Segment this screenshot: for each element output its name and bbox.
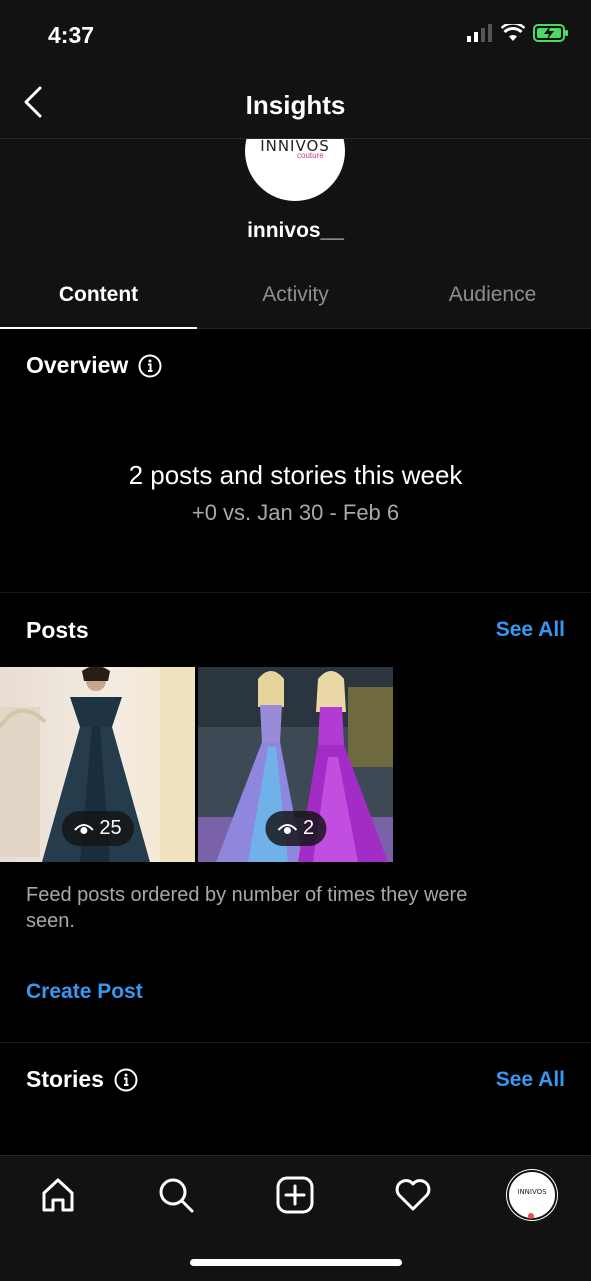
overview-heading: Overview: [26, 352, 162, 379]
stories-see-all-link[interactable]: See All: [496, 1068, 565, 1092]
eye-icon: [73, 823, 94, 834]
insights-tabs: Content Activity Audience: [0, 261, 591, 329]
stories-title: Stories: [26, 1066, 104, 1092]
posts-title: Posts: [26, 617, 89, 643]
signal-icon: [467, 24, 492, 42]
status-bar: 4:37: [0, 0, 591, 70]
overview-title: Overview: [26, 352, 129, 378]
home-tab[interactable]: [33, 1170, 83, 1220]
avatar-logo-sub: couture: [297, 151, 324, 160]
notification-dot: [528, 1213, 534, 1219]
create-post-link[interactable]: Create Post: [26, 980, 143, 1004]
views-badge: 2: [264, 811, 327, 846]
avatar-logo-text: INNIVOS: [260, 139, 330, 155]
views-count: 2: [302, 817, 315, 839]
add-post-icon: [276, 1176, 314, 1214]
battery-charging-icon: [533, 24, 568, 42]
nav-bar: Insights: [0, 70, 591, 139]
posts-heading: Posts: [26, 617, 89, 644]
profile-header: INNIVOS couture innivos__ Content Activi…: [0, 139, 591, 329]
status-icons: [467, 24, 569, 42]
posts-caption: Feed posts ordered by number of times th…: [26, 884, 468, 932]
tab-content[interactable]: Content: [0, 261, 197, 329]
post-thumbnail[interactable]: 2: [198, 667, 393, 862]
search-tab[interactable]: [151, 1170, 201, 1220]
info-icon[interactable]: [138, 354, 162, 378]
views-count: 25: [99, 817, 122, 839]
activity-tab[interactable]: [388, 1170, 438, 1220]
overview-comparison: +0 vs. Jan 30 - Feb 6: [191, 500, 400, 525]
home-icon: [42, 1178, 74, 1212]
heart-icon: [395, 1179, 431, 1211]
page-title: Insights: [245, 90, 346, 120]
profile-avatar: INNIVOS: [509, 1172, 555, 1218]
post-thumbnail[interactable]: 25: [0, 667, 195, 862]
create-tab[interactable]: [270, 1170, 320, 1220]
overview-summary: 2 posts and stories this week: [128, 460, 463, 490]
profile-avatar-text: INNIVOS: [517, 1188, 547, 1196]
search-icon: [159, 1178, 194, 1213]
status-time: 4:37: [48, 22, 95, 48]
stories-heading: Stories: [26, 1066, 138, 1093]
eye-icon: [277, 823, 297, 834]
info-icon[interactable]: [114, 1068, 138, 1092]
tab-activity[interactable]: Activity: [197, 261, 394, 328]
divider: [0, 592, 591, 593]
username: innivos__: [247, 219, 344, 242]
views-badge: 25: [61, 811, 134, 846]
avatar[interactable]: INNIVOS couture: [245, 139, 345, 201]
divider: [0, 1042, 591, 1043]
posts-see-all-link[interactable]: See All: [496, 618, 565, 642]
wifi-icon: [501, 24, 525, 41]
tab-audience[interactable]: Audience: [394, 261, 591, 328]
home-indicator: [190, 1259, 402, 1266]
